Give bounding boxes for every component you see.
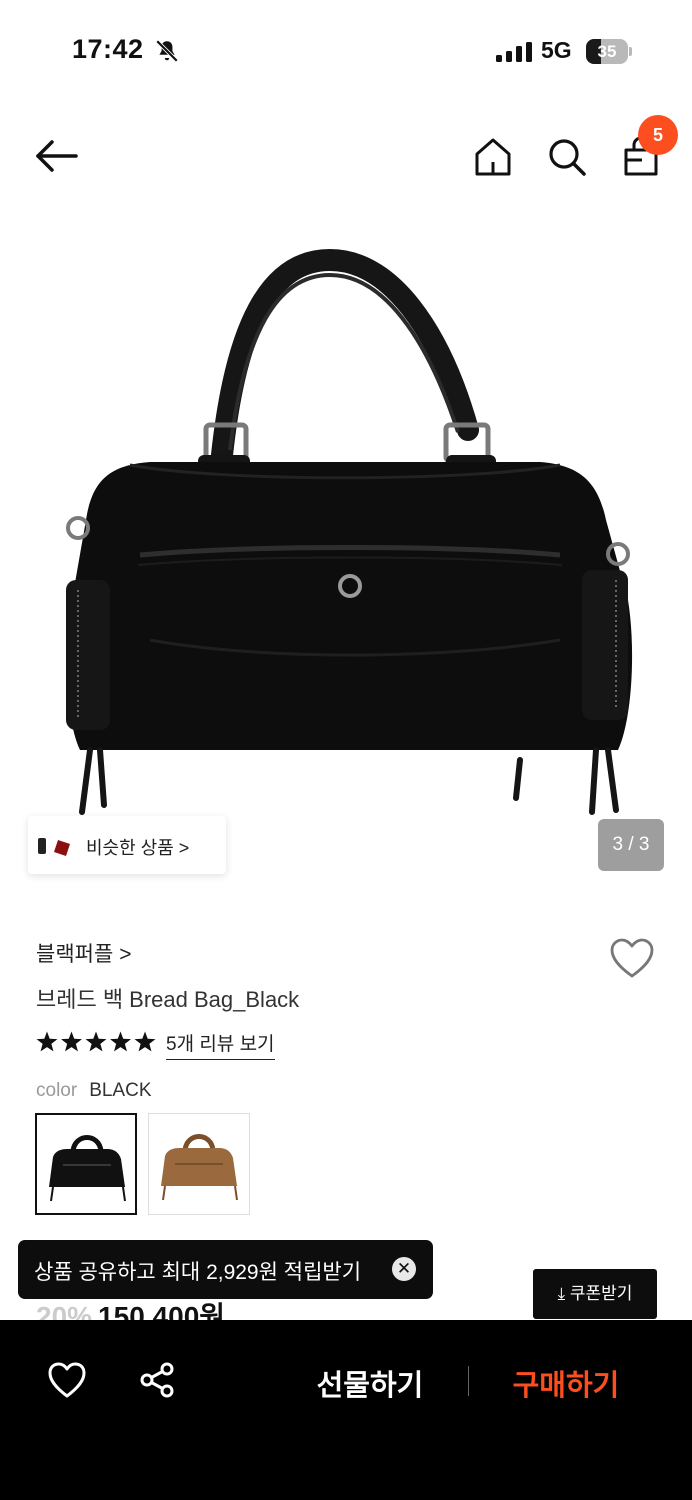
star-icon xyxy=(110,1031,131,1052)
similar-products-thumbnail xyxy=(38,838,70,856)
option-value: BLACK xyxy=(89,1080,152,1101)
heart-icon[interactable] xyxy=(46,1360,88,1400)
toast-message: 상품 공유하고 최대 2,929원 적립받기 xyxy=(34,1261,362,1284)
network-type: 5G xyxy=(541,37,572,63)
battery-icon: 35 xyxy=(586,39,632,64)
review-link[interactable]: 5개 리뷰 보기 xyxy=(166,1029,275,1060)
brand-name: 블랙퍼플 xyxy=(36,943,114,966)
close-glyph: ✕ xyxy=(396,1259,412,1278)
bottom-action-bar: 선물하기 구매하기 xyxy=(0,1320,692,1500)
wishlist-heart-icon[interactable] xyxy=(608,936,656,980)
battery-level: 35 xyxy=(597,42,617,61)
product-image[interactable] xyxy=(0,220,692,900)
color-option-row: color BLACK xyxy=(36,1080,152,1102)
back-arrow-icon[interactable] xyxy=(32,136,80,176)
product-title: 브레드 백 Bread Bag_Black xyxy=(36,987,300,1012)
star-icon xyxy=(36,1031,58,1052)
black-bag-thumbnail xyxy=(49,1135,126,1202)
star-icon xyxy=(61,1031,82,1052)
share-reward-toast: 상품 공유하고 최대 2,929원 적립받기 ✕ xyxy=(18,1240,433,1299)
share-icon[interactable] xyxy=(138,1361,176,1399)
top-nav xyxy=(0,110,692,200)
star-icon xyxy=(85,1031,107,1052)
option-label: color xyxy=(36,1080,78,1101)
buy-button[interactable]: 구매하기 xyxy=(496,1362,636,1404)
bell-slash-icon xyxy=(155,39,179,63)
color-swatch-black[interactable] xyxy=(35,1113,137,1215)
rating-row: 5개 리뷰 보기 xyxy=(36,1028,336,1060)
status-time: 17:42 xyxy=(72,34,144,64)
status-bar: 17:42 5G 35 xyxy=(0,0,692,100)
brand-link[interactable]: 블랙퍼플 > xyxy=(36,938,132,968)
color-swatch-brown[interactable] xyxy=(148,1113,250,1215)
similar-products-button[interactable]: 비슷한 상품 > xyxy=(28,816,226,874)
coupon-download-button[interactable]: ⤓ 쿠폰받기 xyxy=(533,1269,657,1319)
gift-button[interactable]: 선물하기 xyxy=(300,1362,440,1404)
home-icon[interactable] xyxy=(472,136,514,178)
close-icon[interactable]: ✕ xyxy=(392,1257,416,1281)
cart-count-badge: 5 xyxy=(638,115,678,155)
search-icon[interactable] xyxy=(545,135,589,179)
rating-stars xyxy=(36,1031,156,1052)
image-counter: 3 / 3 xyxy=(598,819,664,871)
brown-bag-thumbnail xyxy=(161,1134,238,1201)
divider xyxy=(468,1366,469,1396)
chevron-right-icon: > xyxy=(119,943,132,966)
star-icon xyxy=(134,1031,156,1052)
cellular-signal-icon xyxy=(496,42,532,62)
similar-products-label: 비슷한 상품 > xyxy=(86,838,190,858)
